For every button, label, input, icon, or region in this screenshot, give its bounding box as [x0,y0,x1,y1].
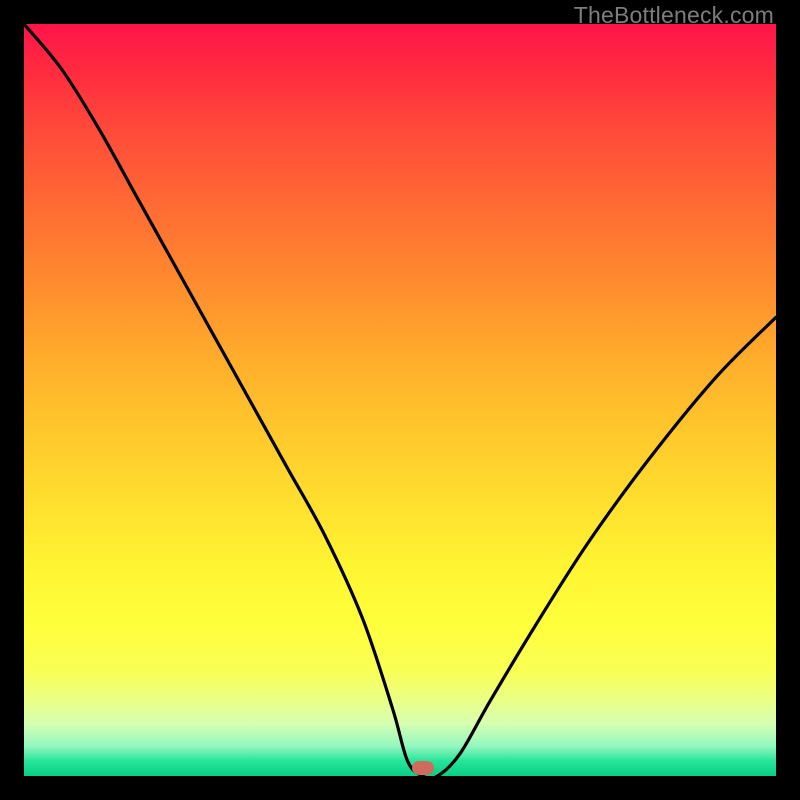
chart-frame: TheBottleneck.com [0,0,800,800]
optimum-marker [412,761,434,775]
curve-path [24,24,776,776]
plot-area [24,24,776,776]
bottleneck-curve [24,24,776,776]
